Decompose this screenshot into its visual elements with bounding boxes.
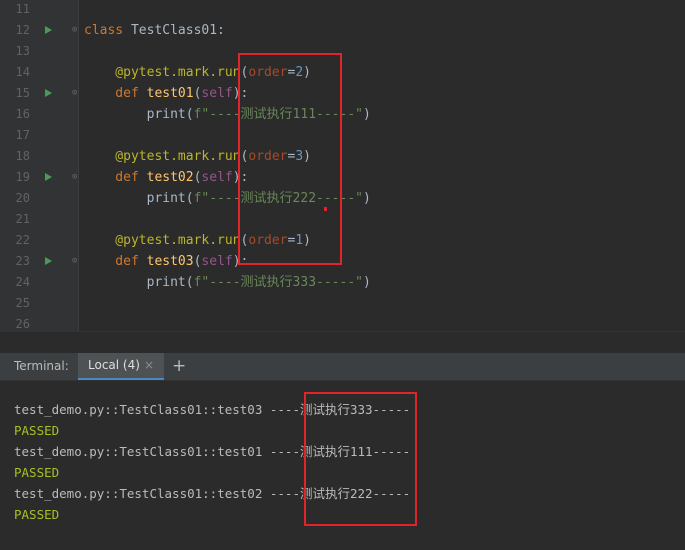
code-token: ( <box>185 107 194 122</box>
code-line: 12 ⊙ class TestClass01: <box>0 20 685 41</box>
code-token: print <box>84 107 186 122</box>
tab-local-4[interactable]: Local (4) × <box>78 353 164 380</box>
code-token: test01 <box>146 86 194 101</box>
code-token: ) <box>362 191 371 206</box>
code-line: 20 print(f"----测试执行222-----") <box>0 188 685 209</box>
line-number: 23 <box>15 254 30 268</box>
code-line: 21 <box>0 209 685 230</box>
line-number: 25 <box>15 296 30 310</box>
fold-marker-icon[interactable]: ⊙ <box>72 257 79 266</box>
line-number: 16 <box>15 107 30 121</box>
fold-marker-icon[interactable]: ⊙ <box>72 89 79 98</box>
code-token: self <box>201 86 233 101</box>
code-line: 23 ⊙ def test03(self): <box>0 251 685 272</box>
code-text: def test01(self): <box>84 83 248 104</box>
code-token: test02 <box>146 170 194 185</box>
code-token: print <box>84 275 186 290</box>
passed-status: PASSED <box>14 465 60 480</box>
code-token: ( <box>185 275 194 290</box>
code-text: class TestClass01: <box>84 20 225 41</box>
code-line: 25 <box>0 293 685 314</box>
highlight-box-output <box>304 392 417 526</box>
code-line: 16 print(f"----测试执行111-----") <box>0 104 685 125</box>
line-number: 11 <box>15 2 30 16</box>
terminal-output[interactable]: test_demo.py::TestClass01::test03 ----测试… <box>0 381 685 550</box>
tab-local-4-label: Local (4) <box>88 358 140 372</box>
code-line: 17 <box>0 125 685 146</box>
line-number: 14 <box>15 65 30 79</box>
run-gutter-icon[interactable] <box>45 257 52 265</box>
code-line: 13 <box>0 41 685 62</box>
code-token: print <box>84 191 186 206</box>
line-number: 21 <box>15 212 30 226</box>
line-number: 18 <box>15 149 30 163</box>
highlight-dot <box>324 207 327 211</box>
panel-divider[interactable] <box>0 331 685 354</box>
line-number: 15 <box>15 86 30 100</box>
passed-status: PASSED <box>14 423 60 438</box>
run-gutter-icon[interactable] <box>45 26 52 34</box>
line-number: 12 <box>15 23 30 37</box>
code-token: def <box>84 254 147 269</box>
code-token: def <box>84 170 147 185</box>
terminal-label: Terminal: <box>14 359 69 373</box>
fold-marker-icon[interactable]: ⊙ <box>72 173 79 182</box>
code-token: TestClass01: <box>130 23 225 38</box>
line-number: 13 <box>15 44 30 58</box>
code-text: def test02(self): <box>84 167 248 188</box>
code-token: ( <box>185 191 194 206</box>
code-token: f"----测试执行333-----" <box>193 275 363 290</box>
line-number: 20 <box>15 191 30 205</box>
code-editor[interactable]: 11 12 ⊙ class TestClass01: 13 14 @pytest.mark… <box>0 0 685 331</box>
code-text: print(f"----测试执行333-----") <box>84 272 371 293</box>
code-line: 15 ⊙ def test01(self): <box>0 83 685 104</box>
code-token: self <box>201 170 233 185</box>
line-number: 17 <box>15 128 30 142</box>
fold-marker-icon[interactable]: ⊙ <box>72 26 79 35</box>
code-line: 24 print(f"----测试执行333-----") <box>0 272 685 293</box>
code-line: 11 <box>0 0 685 20</box>
run-gutter-icon[interactable] <box>45 173 52 181</box>
run-gutter-icon[interactable] <box>45 89 52 97</box>
code-token: @pytest.mark.run <box>84 233 241 248</box>
code-token: @pytest.mark.run <box>84 149 241 164</box>
terminal-tab-bar: Terminal: Local (4) × + <box>0 353 685 381</box>
line-number: 22 <box>15 233 30 247</box>
code-token: def <box>84 86 147 101</box>
line-number: 19 <box>15 170 30 184</box>
code-token: ) <box>362 107 371 122</box>
code-token: self <box>201 254 233 269</box>
code-token: @pytest.mark.run <box>84 65 241 80</box>
code-text: def test03(self): <box>84 251 248 272</box>
passed-status: PASSED <box>14 507 60 522</box>
code-token: class <box>84 23 131 38</box>
close-icon[interactable]: × <box>144 353 154 378</box>
new-terminal-tab-icon[interactable]: + <box>172 353 186 379</box>
line-number: 24 <box>15 275 30 289</box>
code-token: ) <box>362 275 371 290</box>
code-line: 14 @pytest.mark.run(order=2) <box>0 62 685 83</box>
highlight-box-order-params <box>238 53 342 265</box>
code-line: 18 @pytest.mark.run(order=3) <box>0 146 685 167</box>
code-line: 19 ⊙ def test02(self): <box>0 167 685 188</box>
code-token: test03 <box>146 254 194 269</box>
code-line: 22 @pytest.mark.run(order=1) <box>0 230 685 251</box>
